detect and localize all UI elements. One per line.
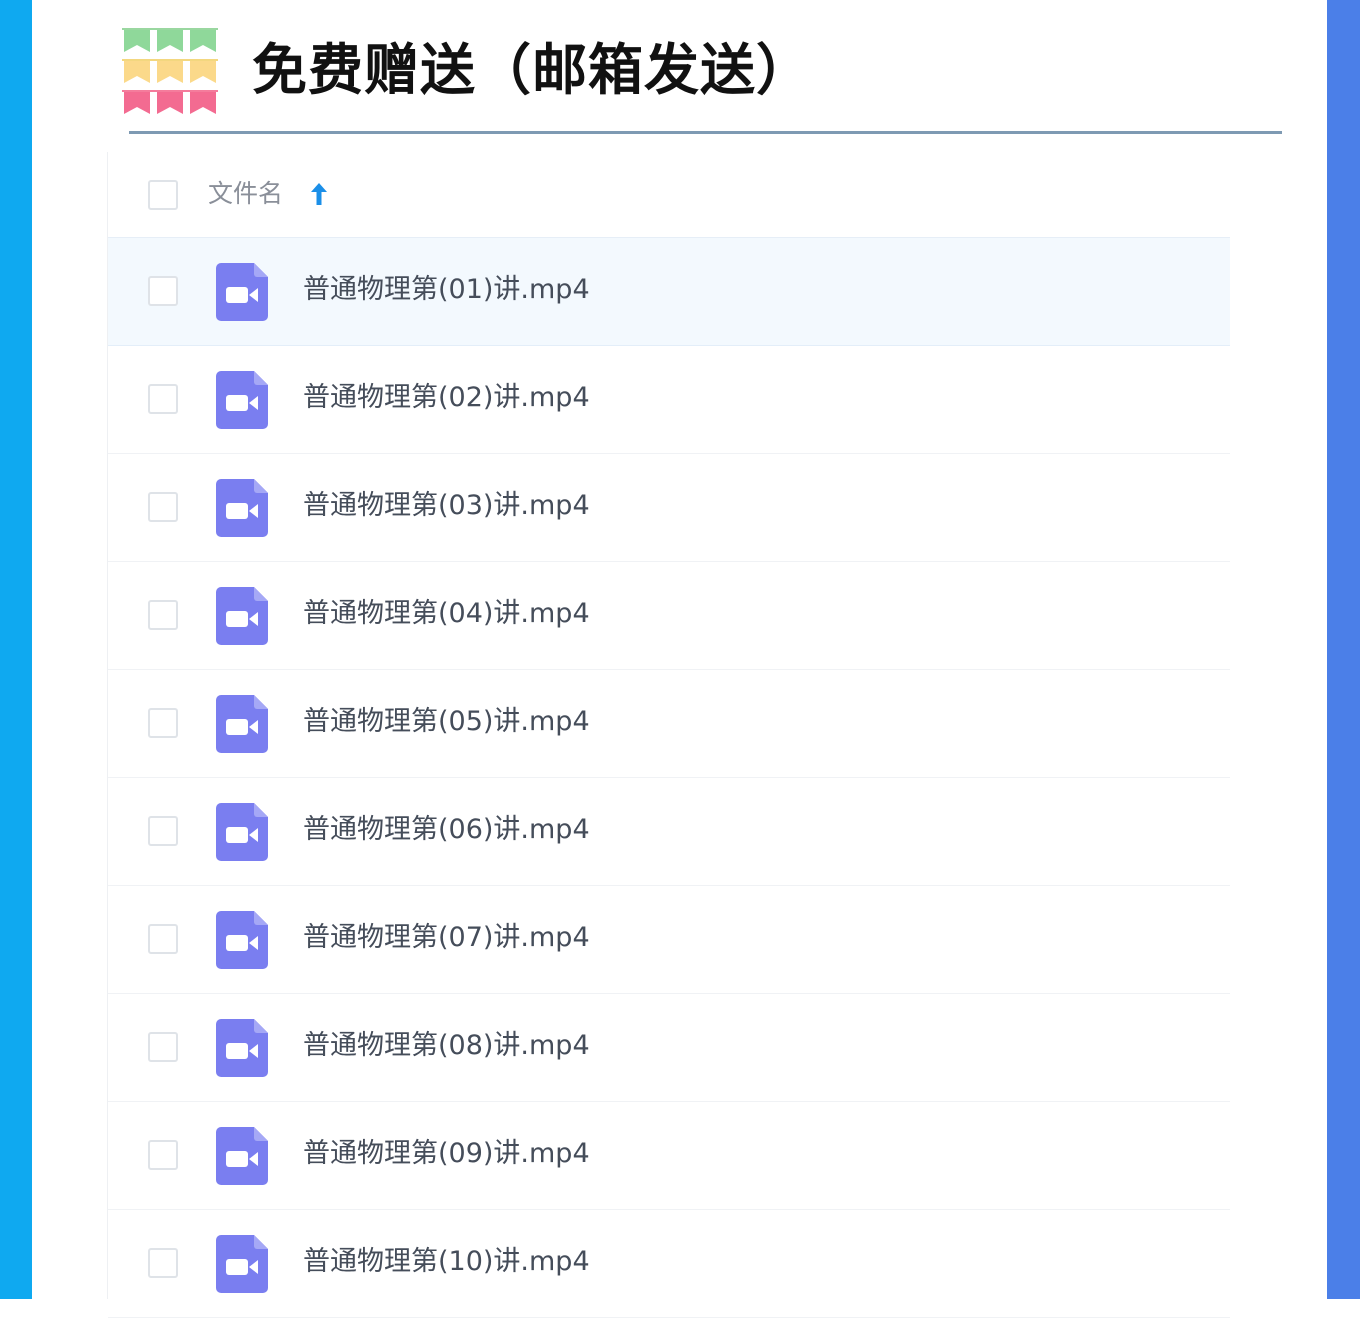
file-row[interactable]: 普通物理第(10)讲.mp4 — [108, 1210, 1230, 1318]
file-name: 普通物理第(02)讲.mp4 — [303, 382, 590, 413]
row-checkbox[interactable] — [148, 1140, 178, 1170]
file-row[interactable]: 普通物理第(07)讲.mp4 — [108, 886, 1230, 994]
file-row[interactable]: 普通物理第(03)讲.mp4 — [108, 454, 1230, 562]
file-row[interactable]: 普通物理第(05)讲.mp4 — [108, 670, 1230, 778]
title-divider — [129, 128, 1282, 134]
row-checkbox[interactable] — [148, 1248, 178, 1278]
file-name: 普通物理第(05)讲.mp4 — [303, 706, 590, 737]
file-list: 普通物理第(01)讲.mp4 普通物理第(02)讲.mp4 普通物理第(03)讲.m… — [108, 238, 1230, 1318]
file-name: 普通物理第(04)讲.mp4 — [303, 598, 590, 629]
video-file-icon — [216, 911, 268, 969]
video-file-icon — [216, 1127, 268, 1185]
row-checkbox[interactable] — [148, 276, 178, 306]
file-name: 普通物理第(10)讲.mp4 — [303, 1246, 590, 1277]
video-file-icon — [216, 263, 268, 321]
video-file-icon — [216, 479, 268, 537]
row-checkbox[interactable] — [148, 384, 178, 414]
file-name: 普通物理第(06)讲.mp4 — [303, 814, 590, 845]
row-checkbox[interactable] — [148, 1032, 178, 1062]
column-header-filename[interactable]: 文件名 — [208, 174, 283, 214]
row-checkbox[interactable] — [148, 816, 178, 846]
file-row[interactable]: 普通物理第(01)讲.mp4 — [108, 238, 1230, 346]
file-row[interactable]: 普通物理第(02)讲.mp4 — [108, 346, 1230, 454]
right-accent-bar — [1327, 0, 1360, 1299]
video-file-icon — [216, 1019, 268, 1077]
file-name: 普通物理第(03)讲.mp4 — [303, 490, 590, 521]
file-name: 普通物理第(01)讲.mp4 — [303, 274, 590, 305]
page-header: 免费赠送（邮箱发送） — [120, 20, 1290, 140]
select-all-checkbox[interactable] — [148, 180, 178, 210]
video-file-icon — [216, 803, 268, 861]
file-list-header: 文件名 — [108, 152, 1230, 238]
file-name: 普通物理第(09)讲.mp4 — [303, 1138, 590, 1169]
file-list-panel: 文件名 普通物理第(01)讲.mp4 普通物理第(02)讲.mp4 普通物理第(03… — [107, 152, 1230, 1318]
page-title: 免费赠送（邮箱发送） — [252, 38, 813, 102]
video-file-icon — [216, 1235, 268, 1293]
left-accent-bar — [0, 0, 32, 1299]
video-file-icon — [216, 371, 268, 429]
video-file-icon — [216, 695, 268, 753]
file-row[interactable]: 普通物理第(04)讲.mp4 — [108, 562, 1230, 670]
file-name: 普通物理第(08)讲.mp4 — [303, 1030, 590, 1061]
file-name: 普通物理第(07)讲.mp4 — [303, 922, 590, 953]
video-file-icon — [216, 587, 268, 645]
row-checkbox[interactable] — [148, 492, 178, 522]
row-checkbox[interactable] — [148, 600, 178, 630]
arrow-up-icon[interactable] — [308, 181, 330, 207]
file-row[interactable]: 普通物理第(08)讲.mp4 — [108, 994, 1230, 1102]
row-checkbox[interactable] — [148, 708, 178, 738]
file-row[interactable]: 普通物理第(09)讲.mp4 — [108, 1102, 1230, 1210]
bunting-flags-icon — [122, 28, 218, 114]
file-row[interactable]: 普通物理第(06)讲.mp4 — [108, 778, 1230, 886]
row-checkbox[interactable] — [148, 924, 178, 954]
